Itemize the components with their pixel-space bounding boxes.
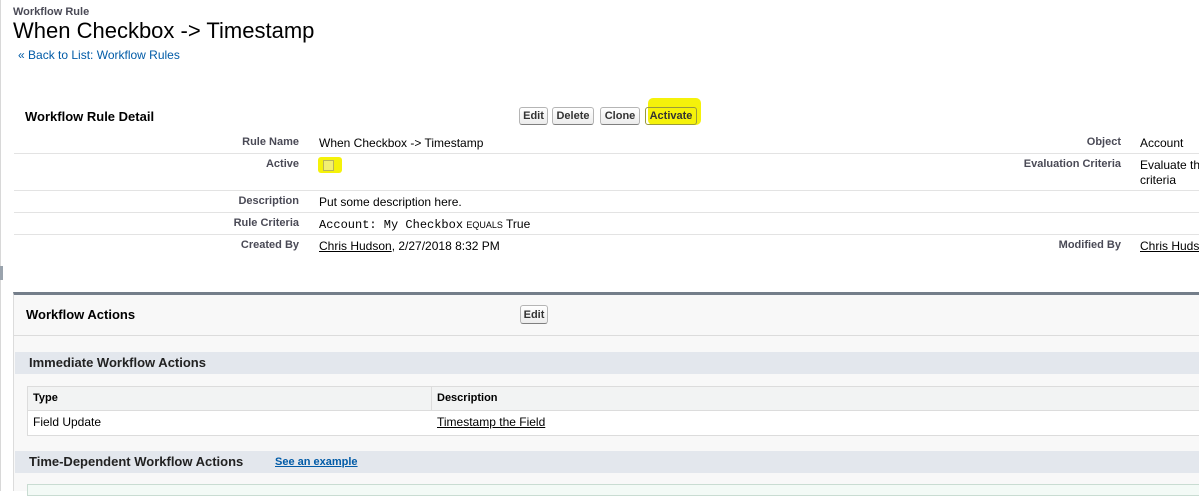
clone-button[interactable]: Clone — [600, 107, 640, 125]
breadcrumb: « Back to List: Workflow Rules — [18, 48, 180, 62]
created-by-label: Created By — [240, 239, 299, 251]
evaluation-criteria-label: Evaluation Criteria — [1023, 158, 1121, 170]
row-separator — [14, 234, 1199, 235]
left-edge-border — [0, 0, 1, 491]
criteria-operator: EQUALS — [466, 220, 503, 230]
evaluation-criteria-value-line2: criteria — [1140, 173, 1177, 187]
time-dependent-actions-header: Time-Dependent Workflow Actions — [15, 451, 1199, 473]
rule-name-label: Rule Name — [242, 136, 299, 148]
object-value: Account — [1140, 136, 1184, 150]
row-separator — [14, 153, 1199, 154]
immediate-actions-title: Immediate Workflow Actions — [29, 355, 206, 370]
created-by-value: Chris Hudson, 2/27/2018 8:32 PM — [319, 239, 500, 253]
description-label: Description — [238, 195, 299, 207]
back-to-list-link[interactable]: Back to List: Workflow Rules — [28, 48, 180, 62]
description-value: Put some description here. — [319, 195, 462, 209]
rule-criteria-label: Rule Criteria — [233, 217, 299, 229]
workflow-actions-title: Workflow Actions — [26, 307, 136, 322]
evaluation-criteria-value-line1: Evaluate th — [1140, 158, 1199, 172]
modified-by-user-link[interactable]: Chris Huds — [1140, 239, 1199, 253]
actions-edit-button[interactable]: Edit — [520, 305, 548, 324]
back-arrow-icon: « — [18, 48, 25, 62]
delete-button[interactable]: Delete — [552, 107, 594, 125]
rule-name-value: When Checkbox -> Timestamp — [319, 136, 484, 150]
row-type-cell: Field Update — [33, 415, 102, 429]
active-label: Active — [265, 158, 299, 170]
created-by-user-link[interactable]: Chris Hudson — [319, 239, 392, 253]
time-dependent-actions-title: Time-Dependent Workflow Actions — [29, 454, 244, 469]
modified-by-value: Chris Huds — [1140, 239, 1199, 253]
table-header: Type Description — [28, 387, 1199, 411]
row-description-link[interactable]: Timestamp the Field — [437, 415, 545, 429]
page-title: When Checkbox -> Timestamp — [13, 18, 315, 43]
immediate-actions-table: Type Description Field Update Timestamp … — [27, 386, 1199, 436]
activate-button[interactable]: Activate — [645, 107, 697, 125]
column-header-description: Description — [437, 392, 498, 404]
modified-by-label: Modified By — [1058, 239, 1121, 251]
created-by-date: , 2/27/2018 8:32 PM — [391, 239, 500, 253]
row-separator — [14, 212, 1199, 213]
panel-header-separator — [14, 335, 1199, 336]
time-dependent-info-box — [27, 484, 1199, 496]
rule-criteria-value: Account: My Checkbox EQUALS True — [319, 217, 530, 232]
row-separator — [14, 190, 1199, 191]
criteria-value: True — [506, 217, 531, 231]
immediate-actions-header: Immediate Workflow Actions — [15, 352, 1199, 374]
criteria-field: Account: My Checkbox — [319, 218, 464, 232]
edit-button[interactable]: Edit — [519, 107, 548, 125]
detail-section-title: Workflow Rule Detail — [25, 109, 155, 124]
page-type-label: Workflow Rule — [13, 6, 90, 18]
sidebar-collapse-handle[interactable] — [0, 266, 3, 280]
column-divider — [431, 387, 432, 410]
object-label: Object — [1086, 136, 1121, 148]
active-checkbox-icon — [323, 160, 334, 171]
see-an-example-link[interactable]: See an example — [275, 456, 358, 468]
column-header-type: Type — [33, 392, 58, 404]
